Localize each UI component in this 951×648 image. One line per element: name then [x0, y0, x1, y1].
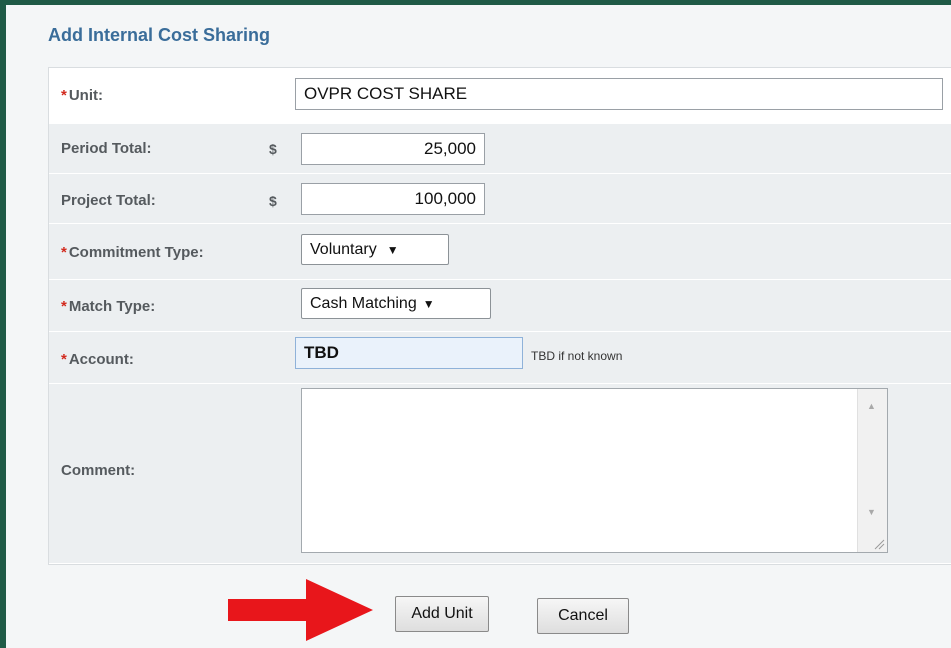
required-marker: * — [61, 244, 67, 261]
scroll-down-icon[interactable]: ▼ — [867, 507, 876, 517]
form-row-unit: * Unit: OVPR COST SHARE — [49, 68, 951, 124]
required-marker: * — [61, 351, 67, 368]
form-row-project-total: Project Total: $ 100,000 — [49, 174, 951, 224]
scroll-up-icon[interactable]: ▲ — [867, 401, 876, 411]
form-row-period-total: Period Total: $ 25,000 — [49, 124, 951, 174]
form-row-commitment-type: * Commitment Type: Voluntary ▼ — [49, 224, 951, 280]
dropdown-caret-icon: ▼ — [422, 297, 435, 311]
form-row-account: * Account: TBD TBD if not known — [49, 332, 951, 384]
commitment-type-selected: Voluntary — [310, 241, 377, 258]
cost-sharing-form: * Unit: OVPR COST SHARE Period Total: $ 2… — [48, 67, 951, 565]
period-total-label: Period Total: — [61, 140, 152, 157]
currency-symbol: $ — [269, 141, 277, 157]
dropdown-caret-icon: ▼ — [386, 243, 399, 257]
comment-scrollbar[interactable]: ▲ ▼ — [857, 389, 887, 552]
unit-label: * Unit: — [61, 87, 103, 104]
form-row-comment: Comment: ▲ ▼ — [49, 384, 951, 564]
add-unit-button[interactable]: Add Unit — [395, 596, 489, 632]
form-row-match-type: * Match Type: Cash Matching ▼ — [49, 280, 951, 332]
match-type-selected: Cash Matching — [310, 295, 417, 312]
resize-grip-icon[interactable] — [873, 538, 885, 550]
account-label: * Account: — [61, 351, 134, 368]
dialog-frame: Add Internal Cost Sharing * Unit: OVPR CO… — [0, 0, 951, 648]
account-hint: TBD if not known — [531, 349, 623, 363]
commitment-type-label: * Commitment Type: — [61, 244, 204, 261]
red-arrow-icon — [228, 579, 373, 641]
match-type-label: * Match Type: — [61, 298, 156, 315]
project-total-label: Project Total: — [61, 192, 156, 209]
commitment-type-select[interactable]: Voluntary ▼ — [301, 234, 449, 265]
required-marker: * — [61, 87, 67, 104]
period-total-input[interactable]: 25,000 — [301, 133, 485, 165]
project-total-input[interactable]: 100,000 — [301, 183, 485, 215]
comment-textarea[interactable]: ▲ ▼ — [301, 388, 888, 553]
comment-label: Comment: — [61, 462, 136, 479]
currency-symbol: $ — [269, 193, 277, 209]
unit-input[interactable]: OVPR COST SHARE — [295, 78, 943, 110]
account-input[interactable]: TBD — [295, 337, 523, 369]
required-marker: * — [61, 298, 67, 315]
match-type-select[interactable]: Cash Matching ▼ — [301, 288, 491, 319]
cancel-button[interactable]: Cancel — [537, 598, 629, 634]
dialog-title: Add Internal Cost Sharing — [48, 25, 271, 45]
